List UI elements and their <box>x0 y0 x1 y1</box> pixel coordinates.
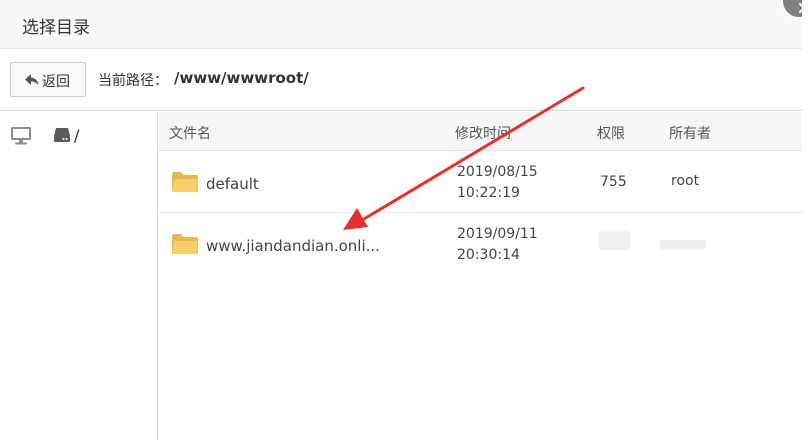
column-header-perm[interactable]: 权限 <box>597 123 625 143</box>
back-button[interactable]: 返回 <box>10 62 86 97</box>
back-button-label: 返回 <box>42 74 70 90</box>
hard-drive-icon[interactable] <box>53 127 71 143</box>
dialog-title-bar: 选择目录 <box>0 0 802 49</box>
file-list-header: 文件名 修改时间 权限 所有者 <box>159 112 802 151</box>
table-row[interactable]: default 2019/08/15 10:22:19 755 root <box>159 152 802 213</box>
modified-clock: 20:30:14 <box>457 247 520 263</box>
select-directory-dialog: 选择目录 返回 当前路径： /www/wwwroot/ / 文件名 修改时间 权… <box>0 0 810 440</box>
dialog-title: 选择目录 <box>22 18 90 38</box>
modified-clock: 10:22:19 <box>457 185 520 201</box>
owner-value: root <box>671 173 700 189</box>
redacted-permission <box>599 231 630 250</box>
current-path-value: /www/wwwroot/ <box>174 69 309 87</box>
column-header-mtime[interactable]: 修改时间 <box>455 123 511 143</box>
dialog-edge <box>802 0 810 440</box>
arrow-left-icon <box>25 74 39 86</box>
path-toolbar: 返回 当前路径： /www/wwwroot/ <box>0 50 802 111</box>
modified-time: 2019/08/15 10:22:19 <box>457 162 538 204</box>
modified-date: 2019/09/11 <box>457 226 538 242</box>
column-header-name[interactable]: 文件名 <box>169 123 211 143</box>
directory-sidebar: / <box>0 112 158 440</box>
folder-icon <box>172 172 198 192</box>
permission-value: 755 <box>600 174 627 190</box>
modified-date: 2019/08/15 <box>457 164 538 180</box>
file-list: 文件名 修改时间 权限 所有者 default 2019/08/15 10:22… <box>159 112 802 440</box>
file-name[interactable]: www.jiandandian.onli... <box>206 237 380 255</box>
table-row[interactable]: www.jiandandian.onli... 2019/09/11 20:30… <box>159 214 802 275</box>
root-drive-label[interactable]: / <box>74 126 79 145</box>
monitor-icon[interactable] <box>10 126 32 145</box>
redacted-owner <box>660 240 706 249</box>
folder-icon <box>172 234 198 254</box>
file-name[interactable]: default <box>206 175 259 193</box>
modified-time: 2019/09/11 20:30:14 <box>457 224 538 266</box>
current-path-label: 当前路径： <box>98 73 168 89</box>
column-header-owner[interactable]: 所有者 <box>669 123 711 143</box>
